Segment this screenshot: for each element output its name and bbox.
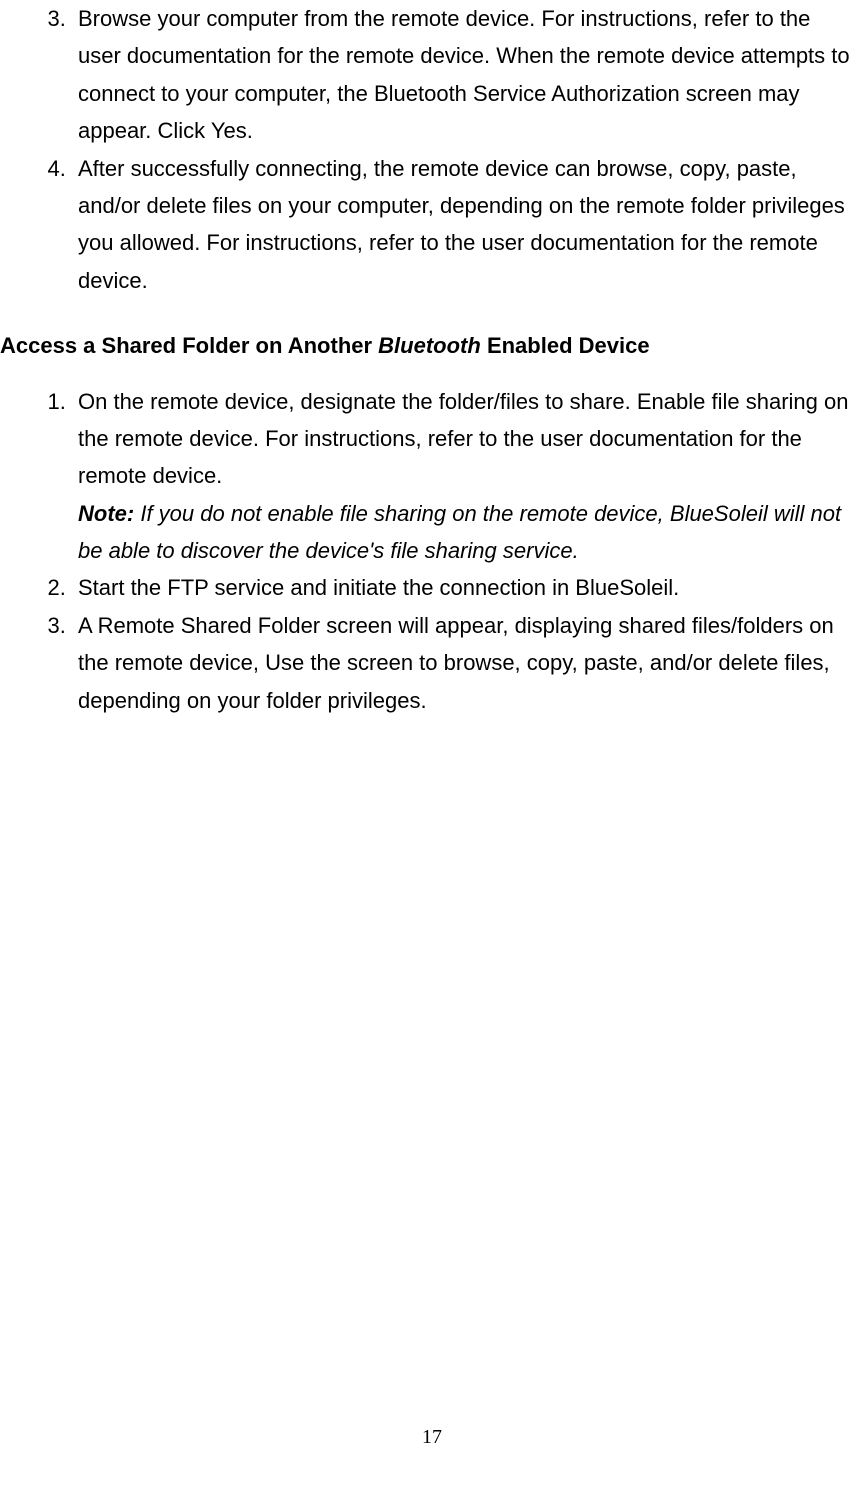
list-item: After successfully connecting, the remot… (72, 150, 854, 300)
document-page: Browse your computer from the remote dev… (0, 0, 864, 1420)
second-ordered-list: On the remote device, designate the fold… (0, 383, 854, 720)
note-text: If you do not enable file sharing on the… (78, 501, 841, 563)
list-item-text: After successfully connecting, the remot… (78, 156, 845, 293)
list-item: Start the FTP service and initiate the c… (72, 569, 854, 606)
list-item: Browse your computer from the remote dev… (72, 0, 854, 150)
list-item: A Remote Shared Folder screen will appea… (72, 607, 854, 719)
heading-italic: Bluetooth (378, 333, 481, 358)
heading-prefix: Access a Shared Folder on Another (0, 333, 378, 358)
section-heading: Access a Shared Folder on Another Blueto… (0, 327, 854, 364)
note-label: Note: (78, 501, 134, 526)
heading-suffix: Enabled Device (481, 333, 650, 358)
page-number: 17 (0, 1420, 864, 1464)
list-item-text: Start the FTP service and initiate the c… (78, 575, 679, 600)
list-item: On the remote device, designate the fold… (72, 383, 854, 570)
list-item-text: A Remote Shared Folder screen will appea… (78, 613, 834, 713)
list-item-text: On the remote device, designate the fold… (78, 389, 848, 489)
first-ordered-list: Browse your computer from the remote dev… (0, 0, 854, 299)
list-item-text: Browse your computer from the remote dev… (78, 6, 850, 143)
